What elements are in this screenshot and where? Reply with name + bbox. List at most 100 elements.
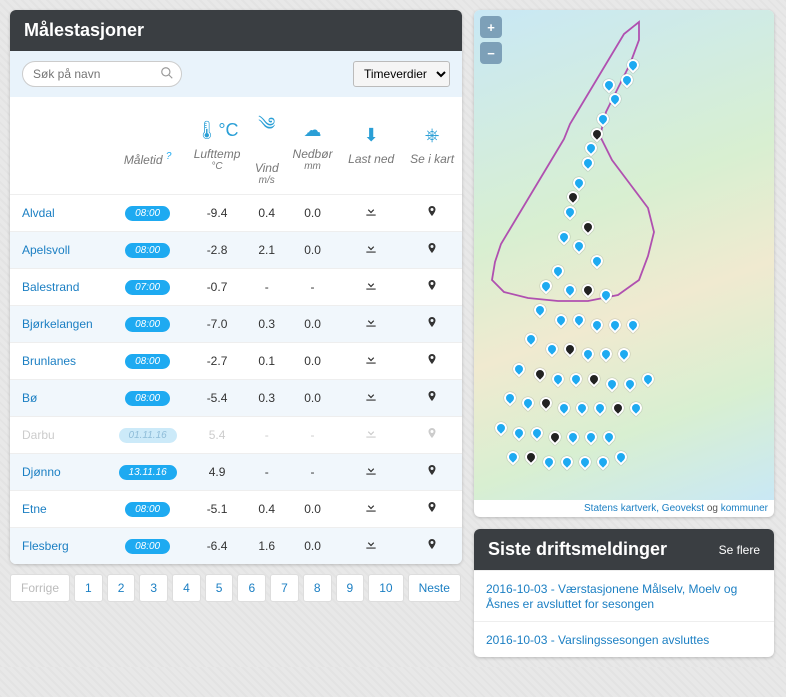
map-marker[interactable] [541, 453, 558, 470]
map-marker[interactable] [493, 419, 510, 436]
map-marker[interactable] [607, 316, 624, 333]
station-link[interactable]: Apelsvoll [22, 243, 70, 257]
map-marker[interactable] [520, 395, 537, 412]
pager-link[interactable]: 9 [336, 574, 365, 602]
download-button[interactable] [364, 353, 378, 370]
pager-link[interactable]: 4 [172, 574, 201, 602]
pager-link[interactable]: 1 [74, 574, 103, 602]
pager-link[interactable]: 2 [107, 574, 136, 602]
pager-link[interactable]: Neste [408, 574, 461, 602]
download-button[interactable] [364, 427, 378, 444]
pager-link[interactable]: 3 [139, 574, 168, 602]
map-marker[interactable] [598, 346, 615, 363]
map-marker[interactable] [625, 316, 642, 333]
map-marker[interactable] [628, 400, 645, 417]
map-marker[interactable] [538, 395, 555, 412]
attrib-link-2[interactable]: kommuner [721, 503, 768, 514]
map-marker[interactable] [547, 429, 564, 446]
map-marker[interactable] [565, 429, 582, 446]
map-pin-button[interactable] [426, 354, 438, 371]
station-link[interactable]: Flesberg [22, 539, 69, 553]
map-marker[interactable] [616, 346, 633, 363]
temp-cell: 5.4 [186, 417, 249, 454]
zoom-in-button[interactable]: + [480, 16, 502, 38]
map-pin-button[interactable] [426, 465, 438, 482]
map-marker[interactable] [559, 453, 576, 470]
station-link[interactable]: Bjørkelangen [22, 317, 93, 331]
pager-link[interactable]: 10 [368, 574, 403, 602]
precip-cell: 0.0 [285, 528, 340, 565]
station-link[interactable]: Alvdal [22, 206, 55, 220]
map-pin-button[interactable] [426, 391, 438, 408]
station-link[interactable]: Bø [22, 391, 37, 405]
map-marker[interactable] [604, 375, 621, 392]
map-marker[interactable] [532, 365, 549, 382]
pager-link[interactable]: 6 [237, 574, 266, 602]
map-pin-button[interactable] [426, 502, 438, 519]
precip-cell: 0.0 [285, 343, 340, 380]
map-canvas[interactable]: + − [474, 10, 774, 500]
download-button[interactable] [364, 538, 378, 555]
map-marker[interactable] [550, 370, 567, 387]
map-marker[interactable] [610, 400, 627, 417]
map-marker[interactable] [595, 453, 612, 470]
time-pill: 07:00 [125, 280, 170, 295]
pager-link[interactable]: 7 [270, 574, 299, 602]
attrib-link-1[interactable]: Statens kartverk, Geovekst [584, 503, 704, 514]
news-link[interactable]: 2016-10-03 - Værstasjonene Målselv, Moel… [486, 582, 737, 611]
download-button[interactable] [364, 316, 378, 333]
station-link[interactable]: Balestrand [22, 280, 79, 294]
map-marker[interactable] [562, 341, 579, 358]
download-button[interactable] [364, 464, 378, 481]
map-marker[interactable] [592, 400, 609, 417]
map-marker[interactable] [571, 311, 588, 328]
download-button[interactable] [364, 279, 378, 296]
news-link[interactable]: 2016-10-03 - Varslingssesongen avsluttes [486, 633, 709, 647]
map-marker[interactable] [523, 449, 540, 466]
map-pin-button[interactable] [426, 539, 438, 556]
station-link[interactable]: Brunlanes [22, 354, 76, 368]
station-link[interactable]: Djønno [22, 465, 61, 479]
map-marker[interactable] [568, 370, 585, 387]
time-pill: 08:00 [125, 391, 170, 406]
map-marker[interactable] [544, 341, 561, 358]
map-marker[interactable] [511, 424, 528, 441]
table-row: Balestrand07:00-0.7-- [10, 269, 462, 306]
map-marker[interactable] [613, 449, 630, 466]
map-marker[interactable] [529, 424, 546, 441]
download-button[interactable] [364, 242, 378, 259]
see-more-link[interactable]: Se flere [719, 543, 760, 557]
pager-link[interactable]: 5 [205, 574, 234, 602]
map-marker[interactable] [502, 390, 519, 407]
map-marker[interactable] [553, 311, 570, 328]
map-marker[interactable] [601, 429, 618, 446]
map-marker[interactable] [622, 375, 639, 392]
map-marker[interactable] [556, 400, 573, 417]
map-marker[interactable] [523, 331, 540, 348]
station-link[interactable]: Etne [22, 502, 47, 516]
zoom-out-button[interactable]: − [480, 42, 502, 64]
map-marker[interactable] [580, 346, 597, 363]
pager-link[interactable]: 8 [303, 574, 332, 602]
station-link[interactable]: Darbu [22, 428, 55, 442]
map-marker[interactable] [577, 453, 594, 470]
map-pin-button[interactable] [426, 243, 438, 260]
map-marker[interactable] [574, 400, 591, 417]
map-marker[interactable] [589, 316, 606, 333]
map-pin-button[interactable] [426, 317, 438, 334]
map-pin-button[interactable] [426, 280, 438, 297]
map-pin-button[interactable] [426, 206, 438, 223]
map-marker[interactable] [505, 449, 522, 466]
precip-cell: - [285, 417, 340, 454]
precip-cell: 0.0 [285, 232, 340, 269]
map-marker[interactable] [583, 429, 600, 446]
map-marker[interactable] [586, 370, 603, 387]
download-button[interactable] [364, 501, 378, 518]
map-marker[interactable] [640, 370, 657, 387]
search-input[interactable] [22, 61, 182, 87]
resolution-select[interactable]: Timeverdier [353, 61, 450, 87]
map-marker[interactable] [511, 360, 528, 377]
download-button[interactable] [364, 205, 378, 222]
download-button[interactable] [364, 390, 378, 407]
map-pin-button[interactable] [426, 428, 438, 445]
